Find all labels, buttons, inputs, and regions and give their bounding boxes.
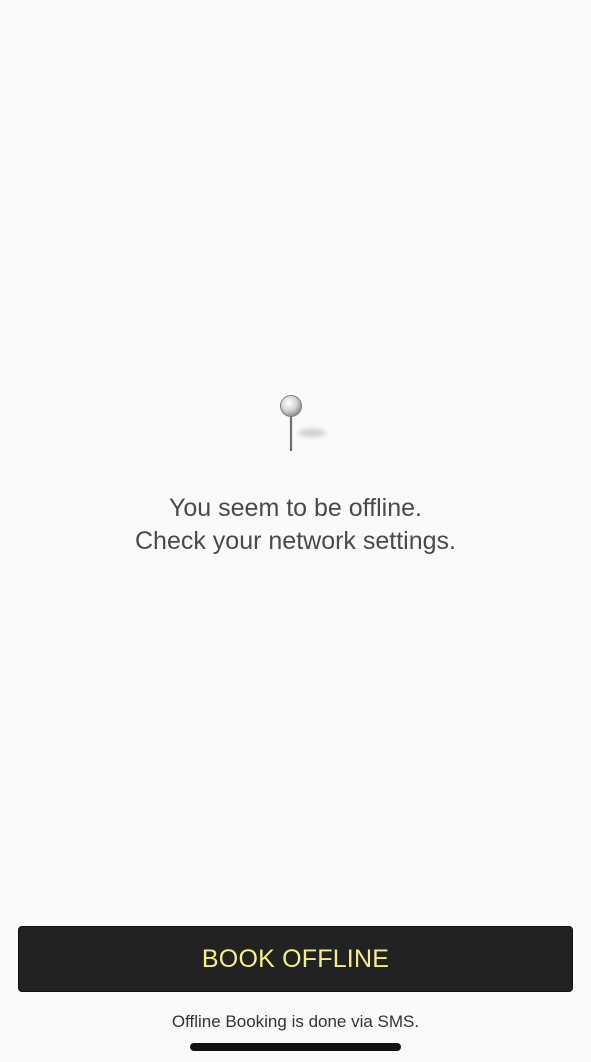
map-pin-icon <box>270 390 340 460</box>
offline-message-line-2: Check your network settings. <box>135 527 456 555</box>
book-offline-button[interactable]: BOOK OFFLINE <box>18 926 573 992</box>
offline-message: You seem to be offline. Check your netwo… <box>0 492 591 558</box>
offline-message-line-1: You seem to be offline. <box>169 494 422 522</box>
home-indicator <box>190 1043 401 1051</box>
offline-booking-note: Offline Booking is done via SMS. <box>171 1012 420 1031</box>
